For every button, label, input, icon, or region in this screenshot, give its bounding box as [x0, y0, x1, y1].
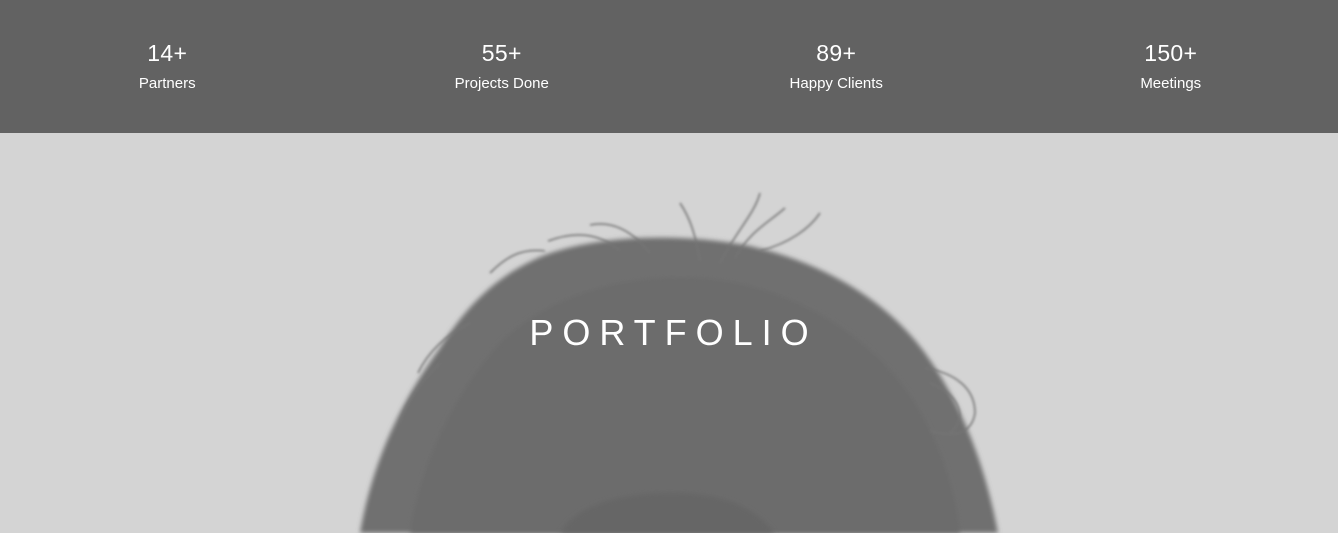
stat-happy-clients: 89+ Happy Clients	[669, 0, 1004, 133]
stat-number: 55+	[481, 40, 522, 66]
stat-meetings: 150+ Meetings	[1004, 0, 1338, 133]
portfolio-hero: PORTFOLIO	[0, 133, 1338, 533]
stat-label: Projects Done	[454, 75, 549, 92]
portfolio-title: PORTFOLIO	[529, 312, 818, 353]
stat-label: Partners	[138, 75, 196, 92]
stat-projects-done: 55+ Projects Done	[335, 0, 670, 133]
stat-number: 14+	[147, 40, 188, 66]
stats-section: 14+ Partners 55+ Projects Done 89+ Happy…	[0, 0, 1338, 133]
stat-partners: 14+ Partners	[0, 0, 335, 133]
stat-number: 89+	[816, 40, 857, 66]
stat-label: Meetings	[1140, 75, 1202, 92]
stat-number: 150+	[1144, 40, 1198, 66]
stat-label: Happy Clients	[789, 75, 883, 92]
